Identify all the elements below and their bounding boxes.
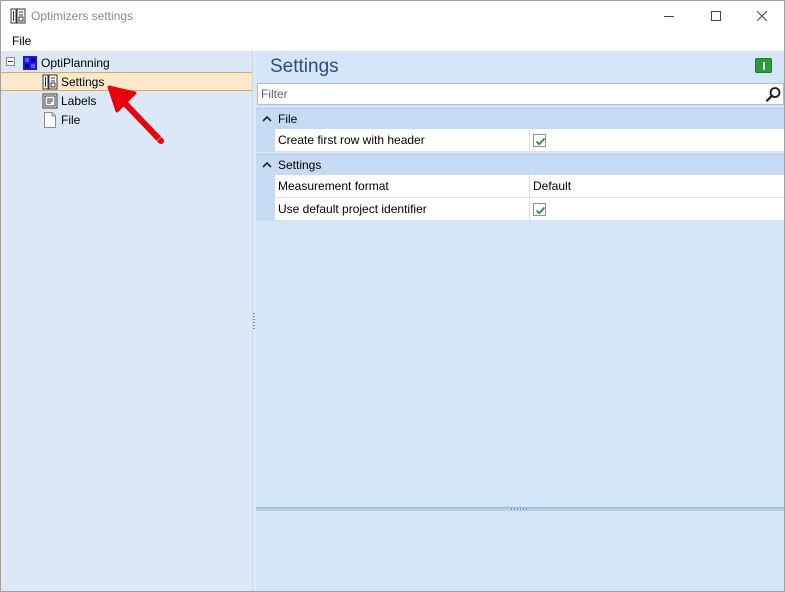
tree-node-file[interactable]: File (42, 110, 80, 129)
collapse-root-toggle[interactable] (6, 57, 15, 66)
settings-panel: Settings File Create first row with head… (256, 51, 784, 591)
checkmark-icon (535, 137, 546, 145)
minimize-button[interactable] (646, 1, 692, 31)
tree-node-label: OptiPlanning (41, 55, 110, 70)
tree-node-optiplanning[interactable]: OptiPlanning (22, 53, 110, 72)
property-value-cell (530, 198, 784, 220)
labels-icon (42, 93, 58, 108)
chevron-up-icon (262, 161, 272, 168)
filter-input[interactable] (261, 86, 751, 102)
title-bar: Optimizers settings (1, 1, 784, 31)
property-value-cell (530, 129, 784, 151)
menu-bar: File (1, 31, 784, 51)
tree-node-label: Settings (61, 74, 105, 89)
menu-file[interactable]: File (12, 34, 31, 48)
optiplanning-icon (23, 55, 37, 70)
file-icon (44, 111, 56, 128)
info-button[interactable] (755, 58, 772, 73)
group-header-file[interactable]: File (256, 108, 784, 129)
property-row: Measurement format Default (275, 175, 784, 198)
description-area (256, 511, 784, 591)
minimize-icon (664, 16, 674, 17)
checkmark-icon (535, 206, 546, 214)
use-default-project-id-checkbox[interactable] (533, 202, 546, 216)
maximize-button[interactable] (693, 1, 739, 31)
splitter-grip[interactable] (253, 313, 255, 329)
tree-node-label: Labels (61, 93, 97, 108)
property-name: Measurement format (275, 175, 530, 197)
tree-panel (1, 51, 252, 591)
close-button[interactable] (739, 1, 784, 31)
tree-node-labels[interactable]: Labels (42, 91, 96, 110)
tree-node-settings[interactable]: Settings (1, 72, 252, 91)
property-row: Use default project identifier (275, 198, 784, 221)
group-header-settings[interactable]: Settings (256, 154, 784, 175)
row-indent (256, 129, 275, 152)
page-title: Settings (270, 56, 339, 77)
filter-box (257, 83, 784, 105)
optimizers-settings-window: Optimizers settings File OptiPlanning Se… (0, 0, 785, 592)
maximize-icon (711, 11, 721, 21)
splitter-grip[interactable] (511, 508, 529, 510)
property-name: Create first row with header (275, 129, 530, 151)
settings-doc-icon (42, 74, 58, 89)
group-label: Settings (278, 158, 322, 172)
close-icon (757, 11, 767, 21)
group-label: File (278, 112, 298, 126)
row-indent (256, 175, 275, 221)
settings-doc-icon (10, 8, 26, 24)
chevron-up-icon (262, 115, 272, 122)
create-first-row-header-checkbox[interactable] (533, 133, 546, 147)
property-name: Use default project identifier (275, 198, 530, 220)
tree-node-label: File (61, 112, 81, 127)
search-icon[interactable] (765, 86, 782, 103)
window-title: Optimizers settings (31, 9, 134, 23)
property-row: Create first row with header (275, 129, 784, 152)
measurement-format-value[interactable]: Default (530, 175, 784, 197)
